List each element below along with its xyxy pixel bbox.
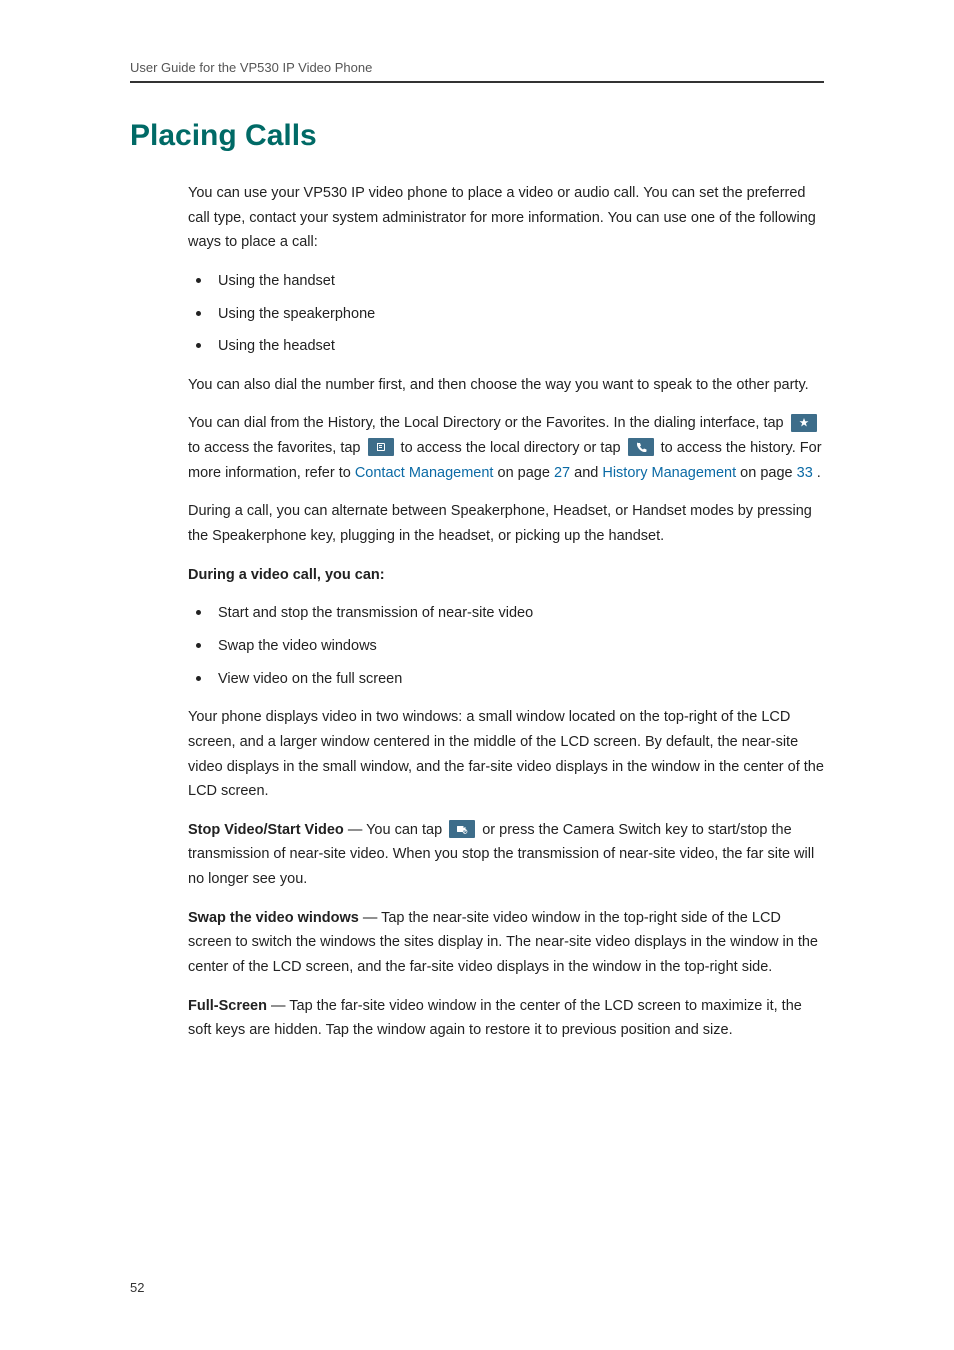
page-ref[interactable]: 27 (554, 465, 570, 481)
fullscreen-label: Full-Screen (188, 998, 267, 1014)
stop-video-label: Stop Video/Start Video (188, 822, 344, 838)
text-run: and (574, 465, 602, 481)
link-contact-management[interactable]: Contact Management (355, 465, 494, 481)
text-run: on page (740, 465, 796, 481)
list-item: Using the handset (188, 269, 824, 294)
page-title: Placing Calls (130, 119, 824, 153)
text-run: — Tap the far-site video window in the c… (188, 998, 802, 1039)
video-call-heading: During a video call, you can: (188, 563, 824, 588)
list-item: Start and stop the transmission of near-… (188, 601, 824, 626)
windows-desc-paragraph: Your phone displays video in two windows… (188, 705, 824, 804)
text-run: to access the local directory or tap (401, 440, 625, 456)
swap-label: Swap the video windows (188, 910, 359, 926)
intro-paragraph: You can use your VP530 IP video phone to… (188, 181, 824, 255)
fullscreen-paragraph: Full-Screen — Tap the far-site video win… (188, 994, 824, 1043)
text-run: to access the favorites, tap (188, 440, 365, 456)
stop-video-paragraph: Stop Video/Start Video — You can tap or … (188, 818, 824, 892)
video-actions-list: Start and stop the transmission of near-… (188, 601, 824, 691)
list-item: View video on the full screen (188, 667, 824, 692)
text-run: . (817, 465, 821, 481)
list-item: Swap the video windows (188, 634, 824, 659)
link-history-management[interactable]: History Management (602, 465, 736, 481)
camera-off-icon (449, 820, 475, 838)
page-number: 52 (130, 1280, 144, 1295)
swap-paragraph: Swap the video windows — Tap the near-si… (188, 906, 824, 980)
body-content: You can use your VP530 IP video phone to… (188, 181, 824, 1043)
also-dial-paragraph: You can also dial the number first, and … (188, 373, 824, 398)
directory-icon (368, 438, 394, 456)
running-header: User Guide for the VP530 IP Video Phone (130, 60, 824, 83)
during-modes-paragraph: During a call, you can alternate between… (188, 499, 824, 548)
text-run: — You can tap (348, 822, 446, 838)
list-item: Using the headset (188, 334, 824, 359)
dial-from-paragraph: You can dial from the History, the Local… (188, 411, 824, 485)
list-item: Using the speakerphone (188, 302, 824, 327)
document-page: User Guide for the VP530 IP Video Phone … (0, 0, 954, 1350)
history-icon (628, 438, 654, 456)
page-ref[interactable]: 33 (797, 465, 813, 481)
ways-list: Using the handset Using the speakerphone… (188, 269, 824, 359)
favorites-icon (791, 414, 817, 432)
text-run: You can dial from the History, the Local… (188, 415, 788, 431)
text-run: on page (498, 465, 554, 481)
